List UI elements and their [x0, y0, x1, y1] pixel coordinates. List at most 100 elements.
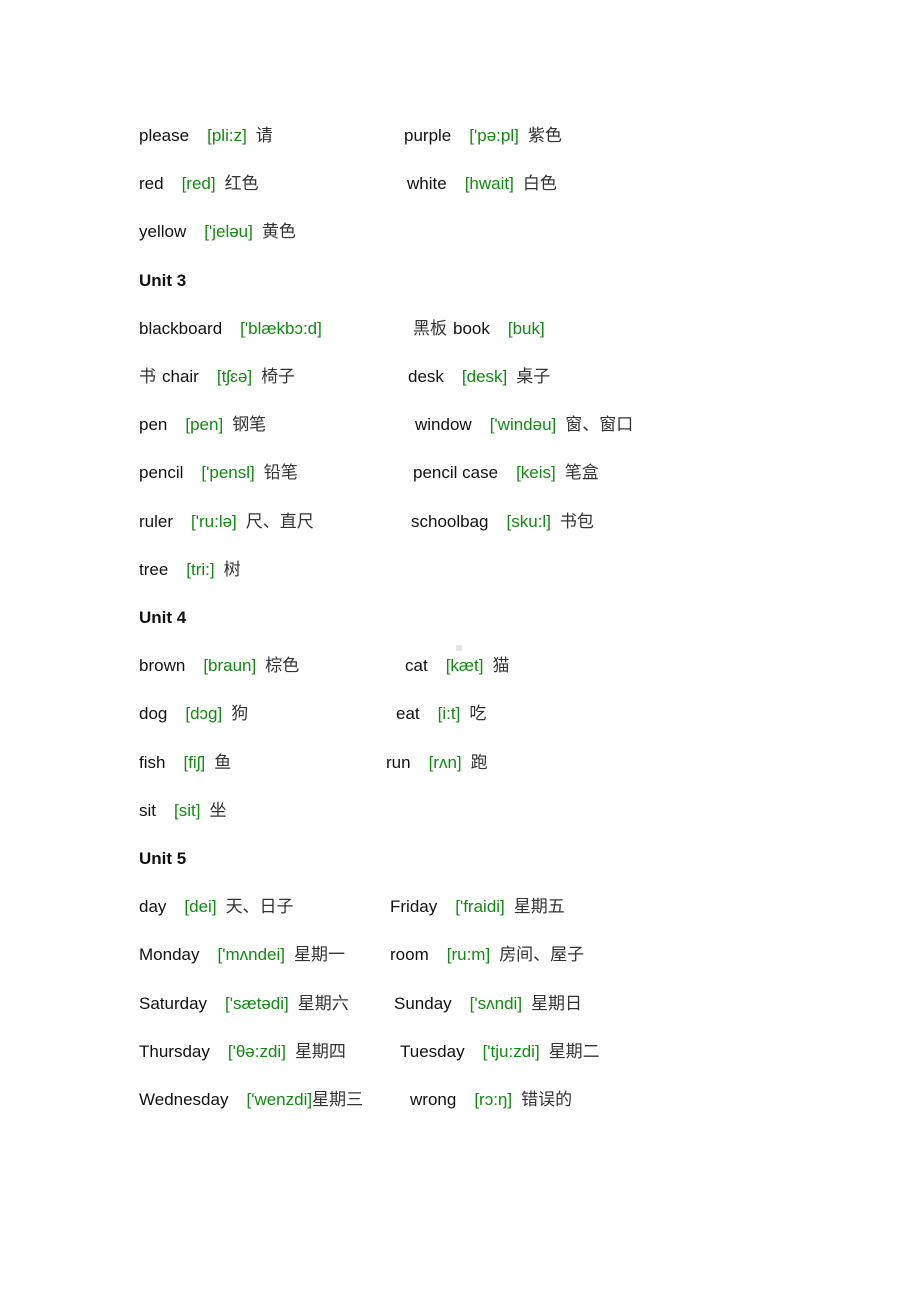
chinese-meaning: 星期五 [513, 897, 565, 918]
phonetic-transcription: [i:t] [437, 704, 461, 724]
chinese-meaning: 尺、直尺 [245, 511, 314, 532]
vocab-entry: window ['windəu] 窗、窗口 [415, 413, 639, 437]
vocab-entry: Monday ['mʌndei] 星期一 [139, 943, 351, 967]
vocab-entry: please [pli:z] 请 [139, 124, 279, 148]
vocab-entry: red [red] 红色 [139, 172, 265, 196]
chinese-meaning: 星期六 [297, 993, 349, 1014]
phonetic-transcription: [red] [181, 174, 216, 194]
chinese-meaning: 星期四 [294, 1041, 346, 1062]
chinese-meaning: 星期二 [548, 1041, 600, 1062]
vocab-entry: white [hwait] 白色 [407, 172, 563, 196]
vocab-entry: pencil case [keis] 笔盒 [413, 461, 605, 485]
chinese-meaning: 书包 [559, 511, 594, 532]
phonetic-transcription: ['tju:zdi] [482, 1041, 540, 1061]
chinese-meaning: 白色 [522, 174, 557, 195]
english-word: Wednesday [139, 1090, 229, 1109]
vocab-entry: Tuesday ['tju:zdi] 星期二 [400, 1040, 606, 1064]
phonetic-transcription: [hwait] [464, 174, 514, 194]
english-word: desk [408, 367, 444, 386]
phonetic-transcription: [kæt] [445, 656, 484, 676]
english-word: yellow [139, 222, 187, 242]
phonetic-transcription: ['sætədi] [225, 993, 289, 1013]
vocab-entry: fish [fiʃ] 鱼 [139, 751, 237, 775]
phonetic-transcription: ['ru:lə] [191, 511, 237, 531]
english-word: pencil [139, 463, 184, 483]
english-word: chair [162, 367, 199, 386]
vocab-entry: 黑板 book [buk] [413, 317, 554, 341]
vocab-entry: run [rʌn] 跑 [386, 751, 494, 775]
chinese-meaning: 桌子 [516, 367, 551, 387]
phonetic-transcription: [buk] [507, 318, 545, 338]
english-word: schoolbag [411, 511, 489, 531]
chinese-meaning: 书 [139, 367, 156, 387]
chinese-meaning: 狗 [231, 704, 249, 725]
phonetic-transcription: ['windəu] [489, 415, 557, 435]
vocab-entry: Sunday ['sʌndi] 星期日 [394, 992, 588, 1016]
english-word: cat [405, 656, 428, 676]
phonetic-transcription: [rɔ:ŋ] [474, 1090, 513, 1109]
vocab-entry: Saturday ['sætədi] 星期六 [139, 992, 355, 1016]
phonetic-transcription: [ru:m] [446, 945, 491, 965]
english-word: Thursday [139, 1041, 210, 1061]
vocab-entry: Wednesday ['wenzdi]星期三 [139, 1088, 369, 1112]
phonetic-transcription: [pli:z] [207, 126, 247, 145]
chinese-meaning: 紫色 [527, 126, 562, 146]
phonetic-transcription: [pen] [185, 415, 224, 435]
vocab-entry: brown [braun] 棕色 [139, 654, 305, 678]
vocab-entry: room [ru:m] 房间、屋子 [390, 943, 590, 967]
english-word: day [139, 897, 167, 917]
vocab-entry: cat [kæt] 猫 [405, 654, 515, 678]
phonetic-transcription: [sit] [174, 800, 201, 820]
vocab-entry: schoolbag [sku:l] 书包 [411, 510, 600, 534]
english-word: fish [139, 752, 166, 772]
unit-heading: Unit 4 [139, 608, 187, 627]
chinese-meaning: 天、日子 [225, 897, 294, 918]
chinese-meaning: 黄色 [261, 222, 296, 243]
phonetic-transcription: ['blækbɔ:d] [240, 318, 322, 338]
chinese-meaning: 笔盒 [564, 463, 599, 484]
vocab-entry: yellow ['jeləu] 黄色 [139, 220, 302, 244]
vocab-entry: pencil ['pensl] 铅笔 [139, 461, 304, 485]
vocab-entry: dog [dɔg] 狗 [139, 702, 254, 726]
english-word: eat [396, 704, 420, 724]
english-word: blackboard [139, 318, 223, 338]
english-word: red [139, 174, 164, 194]
chinese-meaning: 树 [223, 559, 241, 580]
phonetic-transcription: [keis] [516, 463, 556, 483]
english-word: window [415, 415, 472, 435]
scan-artifact [456, 645, 462, 651]
english-word: purple [404, 126, 452, 145]
english-word: sit [139, 800, 156, 820]
phonetic-transcription: ['fraidi] [455, 897, 505, 917]
phonetic-transcription: ['mʌndei] [217, 945, 285, 965]
chinese-meaning: 请 [255, 126, 273, 146]
chinese-meaning: 红色 [224, 174, 259, 195]
chinese-meaning: 铅笔 [263, 463, 298, 484]
unit-heading: Unit 5 [139, 849, 187, 868]
chinese-meaning: 猫 [492, 656, 510, 677]
english-word: room [390, 945, 429, 965]
chinese-meaning: 窗、窗口 [565, 415, 634, 436]
english-word: book [453, 318, 490, 338]
chinese-meaning: 星期日 [531, 993, 583, 1014]
vocab-entry: pen [pen] 钢笔 [139, 413, 272, 437]
vocab-entry: tree [tri:] 树 [139, 558, 247, 582]
english-word: Saturday [139, 993, 208, 1013]
phonetic-transcription: [fiʃ] [183, 752, 206, 772]
english-word: Tuesday [400, 1041, 465, 1061]
phonetic-transcription: [dɔg] [185, 704, 223, 724]
vocab-entry: Thursday ['θə:zdi] 星期四 [139, 1040, 352, 1064]
english-word: ruler [139, 511, 174, 531]
chinese-meaning: 星期一 [293, 945, 345, 966]
phonetic-transcription: [tʃɛə] [216, 367, 253, 386]
english-word: run [386, 752, 411, 772]
chinese-meaning: 椅子 [261, 367, 296, 387]
vocab-entry: day [dei] 天、日子 [139, 895, 300, 919]
vocab-entry: purple ['pə:pl] 紫色 [404, 124, 568, 148]
english-word: white [407, 174, 447, 194]
phonetic-transcription: [sku:l] [506, 511, 551, 531]
vocab-entry: eat [i:t] 吃 [396, 702, 492, 726]
chinese-meaning: 黑板 [413, 318, 447, 339]
phonetic-transcription: [dei] [184, 897, 217, 917]
phonetic-transcription: ['pə:pl] [469, 126, 519, 145]
